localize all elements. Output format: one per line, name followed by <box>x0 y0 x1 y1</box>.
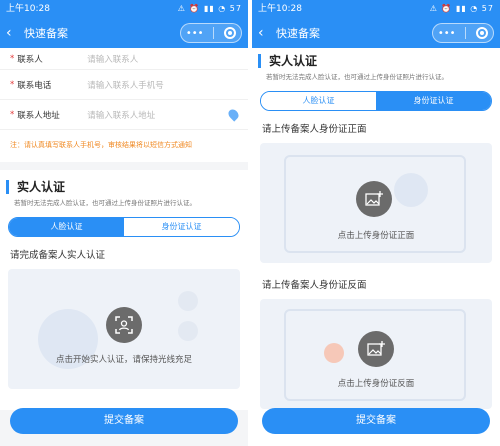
close-target-icon[interactable] <box>476 27 489 39</box>
sms-notice: 注：请认真填写联系人手机号，审核结果将以短信方式通知 <box>0 130 248 162</box>
section-subtitle: 若暂时无法完成人脸认证，也可通过上传身份证照片进行认证。 <box>14 199 196 207</box>
contact-form: * 联系人 请输入联系人 * 联系电话 请输入联系人手机号 * 联系人地址 请输… <box>0 48 248 162</box>
contact-name-input[interactable]: 请输入联系人 <box>87 53 238 65</box>
status-icons: ⚠ ⏰ ▮▮ ◔ 57 <box>429 4 494 13</box>
page-title: 快速备案 <box>276 27 320 40</box>
required-mark: * <box>10 79 15 90</box>
status-time: 上午10:28 <box>6 4 50 14</box>
contact-address-input[interactable]: 请输入联系人地址 <box>87 109 229 121</box>
form-row-address: * 联系人地址 请输入联系人地址 <box>0 100 248 130</box>
id-front-title: 请上传备案人身份证正面 <box>262 124 367 135</box>
form-row-phone: * 联系电话 请输入联系人手机号 <box>0 70 248 100</box>
decor-icon <box>178 291 198 311</box>
miniprogram-capsule: ••• <box>180 23 242 43</box>
more-menu-button[interactable]: ••• <box>186 28 204 39</box>
back-arrow-icon[interactable]: ‹ <box>258 25 272 41</box>
submit-button[interactable]: 提交备案 <box>262 408 490 434</box>
page-title: 快速备案 <box>24 27 68 40</box>
verification-card: 实人认证 若暂时无法完成人脸认证，也可通过上传身份证照片进行认证。 人脸认证 身… <box>0 170 248 410</box>
verify-mode-tabs: 人脸认证 身份证认证 <box>8 217 240 237</box>
contact-phone-input[interactable]: 请输入联系人手机号 <box>87 79 238 91</box>
navbar: ‹ 快速备案 ••• <box>0 18 248 48</box>
verification-card: 实人认证 若暂时无法完成人脸认证，也可通过上传身份证照片进行认证。 人脸认证 身… <box>252 48 500 446</box>
face-verify-area[interactable]: 点击开始实人认证，请保持光线充足 <box>8 269 240 389</box>
upload-front-text: 点击上传身份证正面 <box>337 231 415 241</box>
phone-screen-right: 上午10:28 ⚠ ⏰ ▮▮ ◔ 57 ‹ 快速备案 ••• 实人认证 若暂时无… <box>252 0 500 446</box>
upload-back-button[interactable] <box>358 331 394 367</box>
section-subtitle: 若暂时无法完成人脸认证，也可通过上传身份证照片进行认证。 <box>266 73 448 81</box>
status-time: 上午10:28 <box>258 4 302 14</box>
status-bar: 上午10:28 ⚠ ⏰ ▮▮ ◔ 57 <box>252 0 500 18</box>
status-icons: ⚠ ⏰ ▮▮ ◔ 57 <box>177 4 242 13</box>
tab-id-card-verify[interactable]: 身份证认证 <box>376 92 491 110</box>
capsule-divider <box>213 27 215 39</box>
add-image-icon <box>365 191 383 206</box>
form-row-contact: * 联系人 请输入联系人 <box>0 48 248 70</box>
tab-face-verify[interactable]: 人脸认证 <box>9 218 124 236</box>
decor-icon <box>178 321 198 341</box>
upload-front-button[interactable] <box>356 181 392 217</box>
more-menu-button[interactable]: ••• <box>438 28 456 39</box>
phone-screen-left: 上午10:28 ⚠ ⏰ ▮▮ ◔ 57 ‹ 快速备案 ••• * 联系人 请输入… <box>0 0 248 446</box>
navbar: ‹ 快速备案 ••• <box>252 18 500 48</box>
back-arrow-icon[interactable]: ‹ <box>6 25 20 41</box>
section-title: 实人认证 <box>6 180 248 194</box>
status-bar: 上午10:28 ⚠ ⏰ ▮▮ ◔ 57 <box>0 0 248 18</box>
field-label: 联系电话 <box>17 80 52 91</box>
field-label: 联系人 <box>17 54 43 65</box>
face-scan-icon <box>115 316 133 334</box>
add-image-icon <box>367 341 385 356</box>
face-verify-text: 点击开始实人认证，请保持光线充足 <box>55 355 192 365</box>
capsule-divider <box>465 27 467 39</box>
header: 上午10:28 ⚠ ⏰ ▮▮ ◔ 57 ‹ 快速备案 ••• <box>252 0 500 48</box>
header: 上午10:28 ⚠ ⏰ ▮▮ ◔ 57 ‹ 快速备案 ••• <box>0 0 248 48</box>
id-back-upload[interactable]: 点击上传身份证反面 <box>260 299 492 409</box>
id-front-upload[interactable]: 点击上传身份证正面 <box>260 143 492 263</box>
verify-mode-tabs: 人脸认证 身份证认证 <box>260 91 492 111</box>
decor-portrait <box>394 173 428 207</box>
tab-face-verify[interactable]: 人脸认证 <box>261 92 376 110</box>
upload-back-text: 点击上传身份证反面 <box>337 379 415 389</box>
section-title: 实人认证 <box>258 54 500 68</box>
close-target-icon[interactable] <box>224 27 237 39</box>
required-mark: * <box>10 53 15 64</box>
face-scan-button[interactable] <box>106 307 142 343</box>
emblem-decor <box>324 343 344 363</box>
id-back-title: 请上传备案人身份证反面 <box>262 280 367 291</box>
miniprogram-capsule: ••• <box>432 23 494 43</box>
verify-prompt: 请完成备案人实人认证 <box>10 250 106 261</box>
tab-id-card-verify[interactable]: 身份证认证 <box>124 218 239 236</box>
required-mark: * <box>10 109 15 120</box>
field-label: 联系人地址 <box>17 110 60 121</box>
submit-button[interactable]: 提交备案 <box>10 408 238 434</box>
